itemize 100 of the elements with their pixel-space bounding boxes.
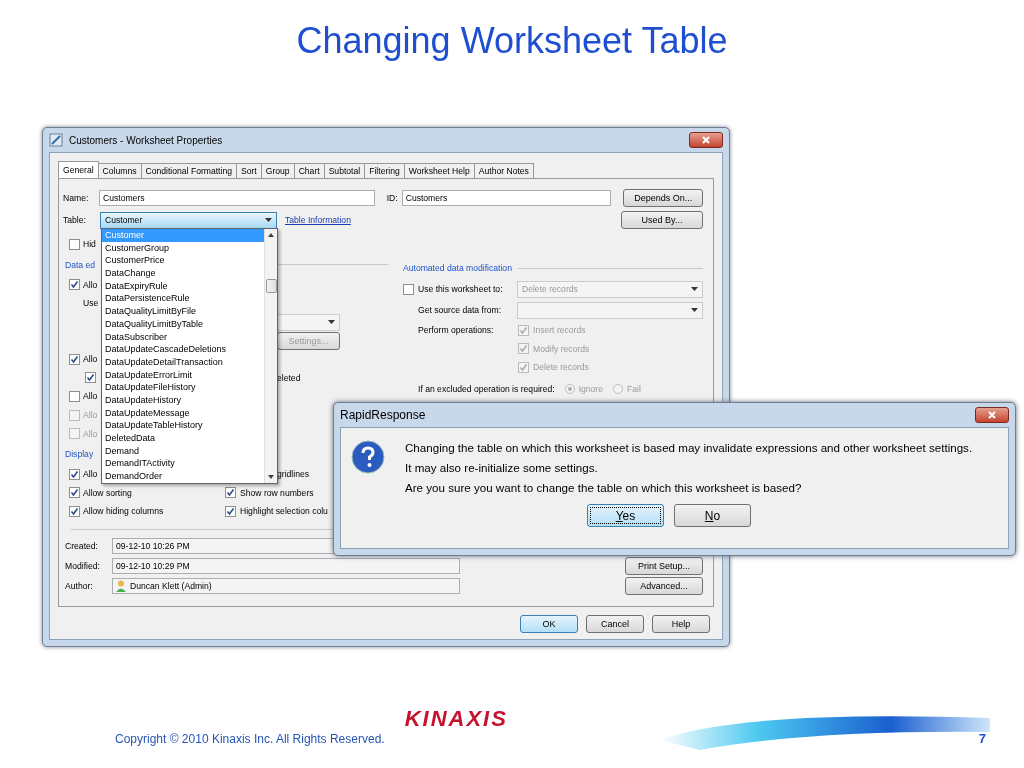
list-item[interactable]: DataUpdateHistory (102, 393, 264, 407)
list-item[interactable]: DataUpdateErrorLimit (102, 368, 264, 382)
checkbox[interactable] (69, 487, 80, 499)
used-by-button[interactable]: Used By... (621, 211, 703, 229)
tab[interactable]: Conditional Formatting (140, 163, 237, 179)
name-field[interactable]: Customers (99, 190, 375, 206)
list-item[interactable]: DataChange (102, 267, 264, 280)
list-item[interactable]: DataQualityLimitByFile (102, 305, 264, 318)
checkbox[interactable] (69, 279, 80, 291)
list-item[interactable]: CustomerGroup (102, 241, 264, 255)
list-item[interactable]: DataSubscriber (102, 330, 264, 344)
list-item[interactable]: DemandOrder (102, 470, 264, 483)
list-item[interactable]: DataUpdateTableHistory (102, 419, 264, 432)
checkbox[interactable] (518, 324, 529, 336)
readonly-field: 09-12-10 10:29 PM (112, 557, 460, 574)
radio-button[interactable] (613, 383, 623, 394)
option-label: eleted (277, 372, 301, 383)
checkbox-label: Show row numbers (240, 487, 314, 498)
tab[interactable]: Worksheet Help (403, 163, 475, 179)
radio-button[interactable] (564, 383, 575, 394)
field-label: Table: (63, 215, 87, 225)
field-label: Get source data from: (417, 305, 503, 315)
checkbox-label: Delete records (533, 362, 589, 373)
checkbox[interactable] (69, 390, 80, 402)
field-label: Name: (63, 193, 90, 203)
table-information-link[interactable]: Table Information (285, 215, 351, 225)
dialog-message: Changing the table on which this worksheet is based may invalidate expressions and other worksheet settings. It may also re-initialize some settings. (405, 440, 973, 476)
checkbox-label: Allo (83, 469, 98, 480)
up-arrow-icon (268, 233, 274, 237)
list-item[interactable]: DeletedData (102, 432, 264, 445)
section-label: Display (65, 448, 94, 459)
checkbox-label: Allo (83, 428, 98, 439)
list-item[interactable]: DataExpiryRule (102, 279, 264, 293)
option-label: gridlines (277, 469, 309, 480)
company-logo: KINAXIS (404, 706, 508, 732)
close-icon (702, 136, 710, 144)
dropdown[interactable] (277, 313, 340, 331)
section-label: Data ed (65, 259, 96, 270)
readonly-field: Duncan Klett (Admin) (112, 577, 460, 594)
checkbox-label: Allo (83, 391, 98, 402)
list-item[interactable]: DemandITActivity (102, 457, 264, 471)
dialog-title: RapidResponse (340, 408, 426, 422)
list-item[interactable]: DataUpdateDetailTransaction (102, 355, 264, 369)
dialog-button[interactable]: Print Setup... (625, 556, 703, 575)
checkbox-label: Allo (83, 354, 98, 365)
checkbox[interactable] (69, 353, 80, 365)
slide-title: Changing Worksheet Table (296, 20, 728, 62)
checkbox[interactable] (225, 505, 236, 517)
dialog-button[interactable]: Help (652, 615, 710, 633)
checkbox[interactable] (225, 487, 236, 499)
checkbox[interactable] (69, 505, 80, 517)
checkbox-label: Use this worksheet to: (418, 284, 504, 294)
tab[interactable]: General (58, 161, 99, 179)
list-item[interactable]: Demand (102, 444, 264, 458)
checkbox[interactable] (403, 283, 414, 295)
tab[interactable]: Author Notes (473, 163, 534, 179)
checkbox-label: Allo (83, 410, 98, 421)
list-item[interactable]: DataQualityLimitByTable (102, 317, 264, 331)
radio-label: Ignore (578, 383, 603, 394)
list-item[interactable]: DataPersistenceRule (102, 292, 264, 306)
list-item[interactable]: DataUpdateMessage (102, 406, 264, 420)
list-item[interactable]: DataUpdateFileHistory (102, 381, 264, 394)
list-item[interactable]: CustomerPrice (102, 254, 264, 268)
checkbox-label: Modify records (533, 343, 590, 354)
section-label: Automated data modification (403, 263, 512, 273)
close-icon (988, 411, 996, 419)
depends-on-button[interactable]: Depends On... (623, 189, 703, 207)
id-field[interactable]: Customers (401, 190, 612, 206)
option-label: Use (83, 298, 99, 309)
checkbox[interactable] (85, 372, 96, 384)
caret-icon (328, 320, 335, 325)
list-item[interactable]: DataUpdateCascadeDeletions (102, 343, 264, 356)
checkbox[interactable] (69, 468, 80, 480)
close-button[interactable] (975, 407, 1009, 423)
checkbox-label: Insert records (533, 325, 586, 336)
checkbox-label: Allow sorting (83, 487, 132, 498)
table-dropdown[interactable]: Customer (100, 211, 277, 229)
dialog-button[interactable]: Cancel (586, 615, 644, 633)
tab[interactable]: Group (260, 163, 295, 179)
checkbox[interactable] (518, 361, 529, 373)
close-button[interactable] (689, 132, 723, 148)
field-label: If an excluded operation is required: (418, 383, 555, 394)
scrollbar[interactable] (264, 229, 277, 483)
checkbox[interactable] (69, 238, 80, 250)
user-icon (116, 579, 126, 592)
dialog-button[interactable]: No (674, 504, 751, 527)
down-arrow-icon (268, 475, 274, 479)
checkbox[interactable] (518, 343, 529, 355)
field-label: Created: (65, 540, 99, 551)
scrollbar-thumb[interactable] (266, 279, 277, 293)
checkbox-label: Hid (83, 239, 96, 250)
dialog-button[interactable]: OK (520, 615, 578, 633)
dialog-button[interactable]: Advanced... (625, 576, 703, 595)
dialog-button[interactable]: Yes (587, 504, 664, 527)
checkbox-label: Allow hiding columns (83, 506, 164, 517)
radio-label: Fail (627, 383, 641, 394)
app-icon (49, 133, 63, 147)
checkbox-label: Allo (83, 279, 98, 290)
tab[interactable]: Filtering (364, 163, 405, 179)
field-label: Modified: (65, 560, 101, 571)
